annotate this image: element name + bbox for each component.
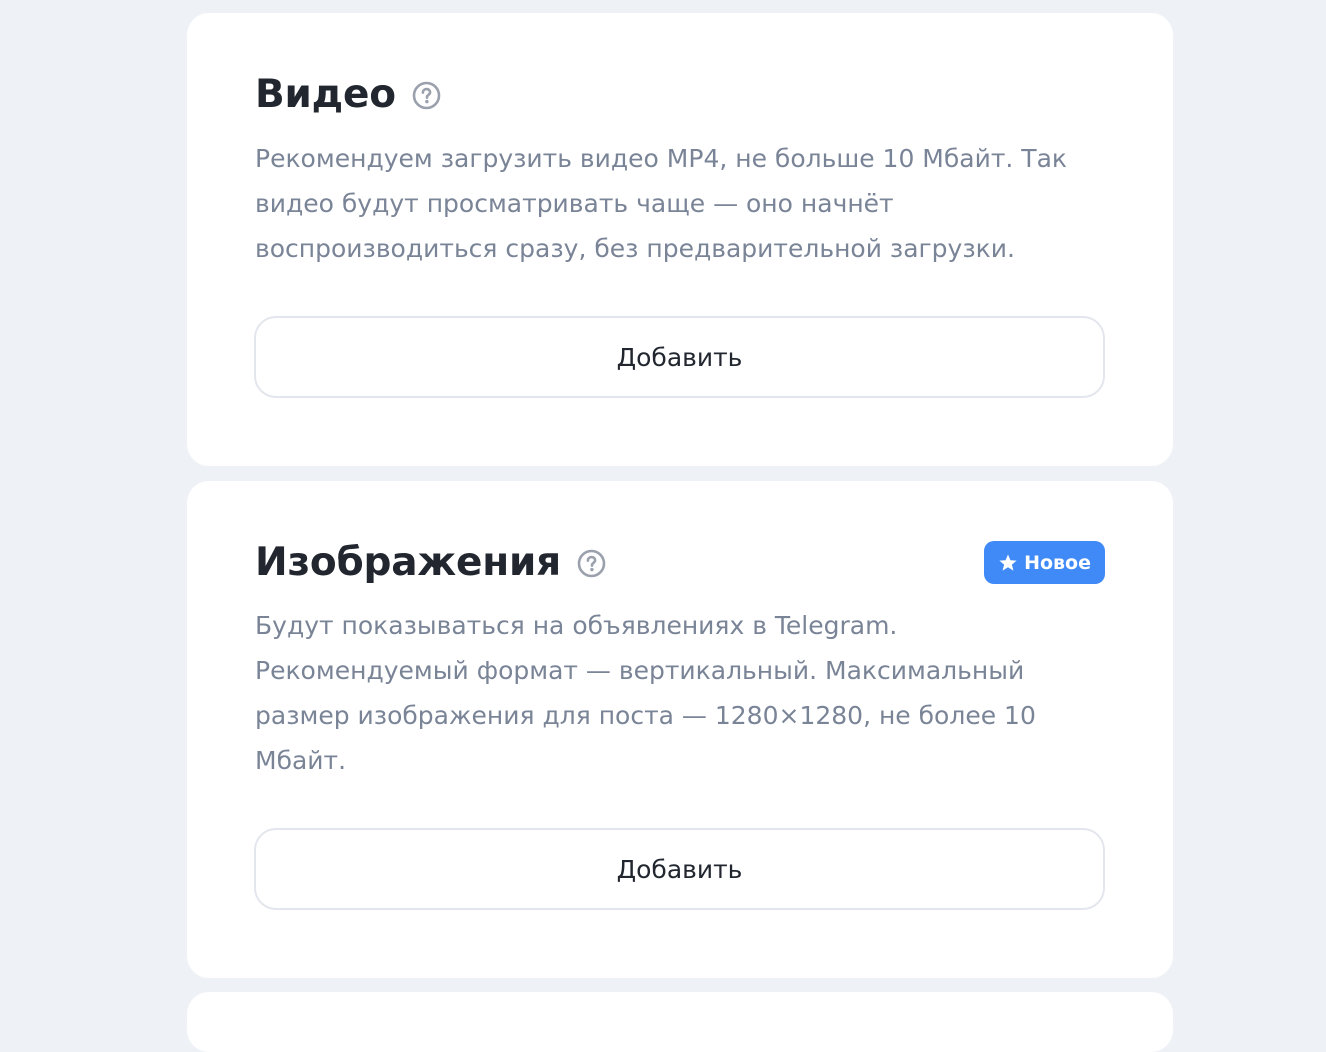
video-title-row: Видео bbox=[255, 70, 1105, 120]
star-icon bbox=[998, 553, 1018, 573]
next-section-card bbox=[187, 992, 1173, 1052]
question-circle-icon[interactable] bbox=[577, 549, 606, 578]
video-section-description: Рекомендуем загрузить видео MP4, не боль… bbox=[255, 144, 1067, 263]
video-section-title: Видео bbox=[255, 72, 396, 117]
add-video-button[interactable]: Добавить bbox=[254, 316, 1105, 398]
images-section-title: Изображения bbox=[255, 540, 561, 585]
question-circle-icon[interactable] bbox=[412, 81, 441, 110]
images-title-row: Изображения Новое bbox=[255, 538, 1105, 588]
new-badge: Новое bbox=[984, 541, 1105, 584]
images-section-description: Будут показываться на объявлениях в Tele… bbox=[255, 611, 1036, 775]
add-images-button[interactable]: Добавить bbox=[254, 828, 1105, 910]
images-section-card: Изображения Новое Будут показываться на … bbox=[187, 481, 1173, 978]
video-section-card: Видео Рекомендуем загрузить видео MP4, н… bbox=[187, 13, 1173, 466]
new-badge-label: Новое bbox=[1024, 551, 1091, 574]
